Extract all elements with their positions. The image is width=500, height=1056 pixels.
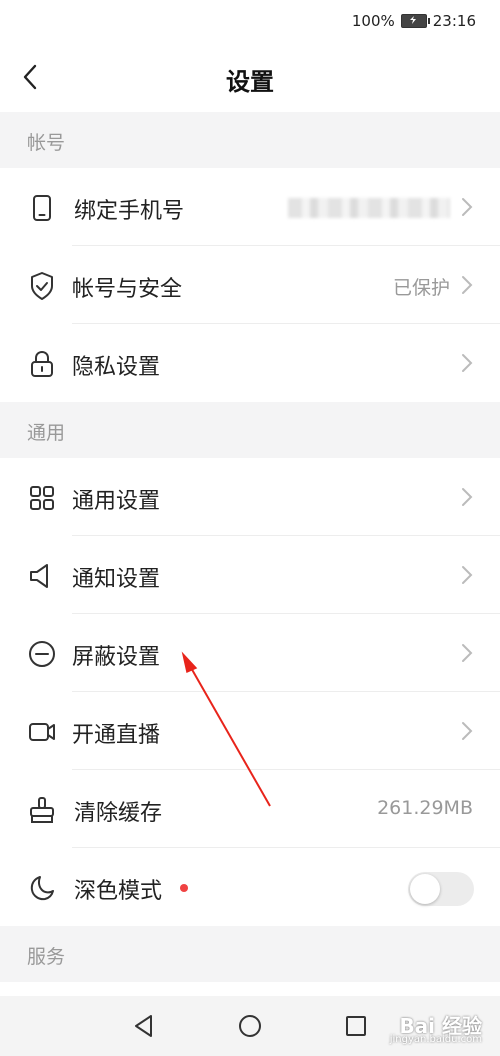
section-header-service: 服务 — [0, 926, 500, 982]
moon-icon — [26, 872, 58, 904]
toggle-knob — [410, 874, 440, 904]
chevron-right-icon — [460, 642, 474, 664]
dark-mode-toggle[interactable] — [408, 872, 474, 906]
speaker-icon — [26, 560, 58, 592]
video-camera-icon — [26, 716, 58, 748]
new-badge-dot — [180, 884, 188, 892]
page-title: 设置 — [226, 68, 274, 96]
row-label: 屏蔽设置 — [72, 645, 161, 670]
row-partial — [0, 982, 500, 996]
broom-icon — [26, 794, 58, 826]
row-label: 通知设置 — [72, 567, 161, 592]
clock: 23:16 — [432, 12, 476, 30]
row-clear-cache[interactable]: 清除缓存 261.29MB — [0, 770, 500, 848]
nav-back-icon[interactable] — [130, 1012, 158, 1040]
chevron-right-icon — [460, 196, 474, 218]
shield-check-icon — [26, 270, 58, 302]
battery-icon — [400, 14, 430, 28]
cache-size: 261.29MB — [377, 797, 473, 819]
row-label: 清除缓存 — [74, 801, 163, 826]
nav-recents-icon[interactable] — [342, 1012, 370, 1040]
row-label: 深色模式 — [74, 879, 163, 904]
phone-icon — [26, 192, 58, 224]
row-block[interactable]: 屏蔽设置 — [0, 614, 500, 692]
row-account-security[interactable]: 帐号与安全 已保护 — [0, 246, 500, 324]
grid-icon — [26, 482, 58, 514]
chevron-right-icon — [460, 274, 474, 296]
lock-icon — [26, 348, 58, 380]
row-label: 开通直播 — [72, 723, 161, 748]
chevron-right-icon — [460, 564, 474, 586]
watermark: Bai 经验 jingyan.baidu.com — [389, 1014, 482, 1045]
row-label: 通用设置 — [72, 489, 161, 514]
row-live[interactable]: 开通直播 — [0, 692, 500, 770]
row-dark-mode: 深色模式 — [0, 848, 500, 926]
minus-circle-icon — [26, 638, 58, 670]
battery-percent: 100% — [351, 12, 395, 30]
phone-number-redacted — [288, 198, 450, 218]
section-header-general: 通用 — [0, 402, 500, 458]
chevron-right-icon — [460, 352, 474, 374]
status-bar: 100% 23:16 — [0, 0, 500, 42]
row-label: 帐号与安全 — [72, 277, 183, 302]
row-label: 隐私设置 — [72, 355, 161, 380]
header: 设置 — [0, 42, 500, 113]
chevron-right-icon — [460, 720, 474, 742]
row-notification[interactable]: 通知设置 — [0, 536, 500, 614]
row-bind-phone[interactable]: 绑定手机号 — [0, 168, 500, 246]
row-label: 绑定手机号 — [74, 199, 185, 224]
row-general-settings[interactable]: 通用设置 — [0, 458, 500, 536]
chevron-right-icon — [460, 486, 474, 508]
section-header-account: 帐号 — [0, 112, 500, 168]
row-privacy[interactable]: 隐私设置 — [0, 324, 500, 402]
row-value: 已保护 — [392, 277, 450, 299]
nav-home-icon[interactable] — [236, 1012, 264, 1040]
